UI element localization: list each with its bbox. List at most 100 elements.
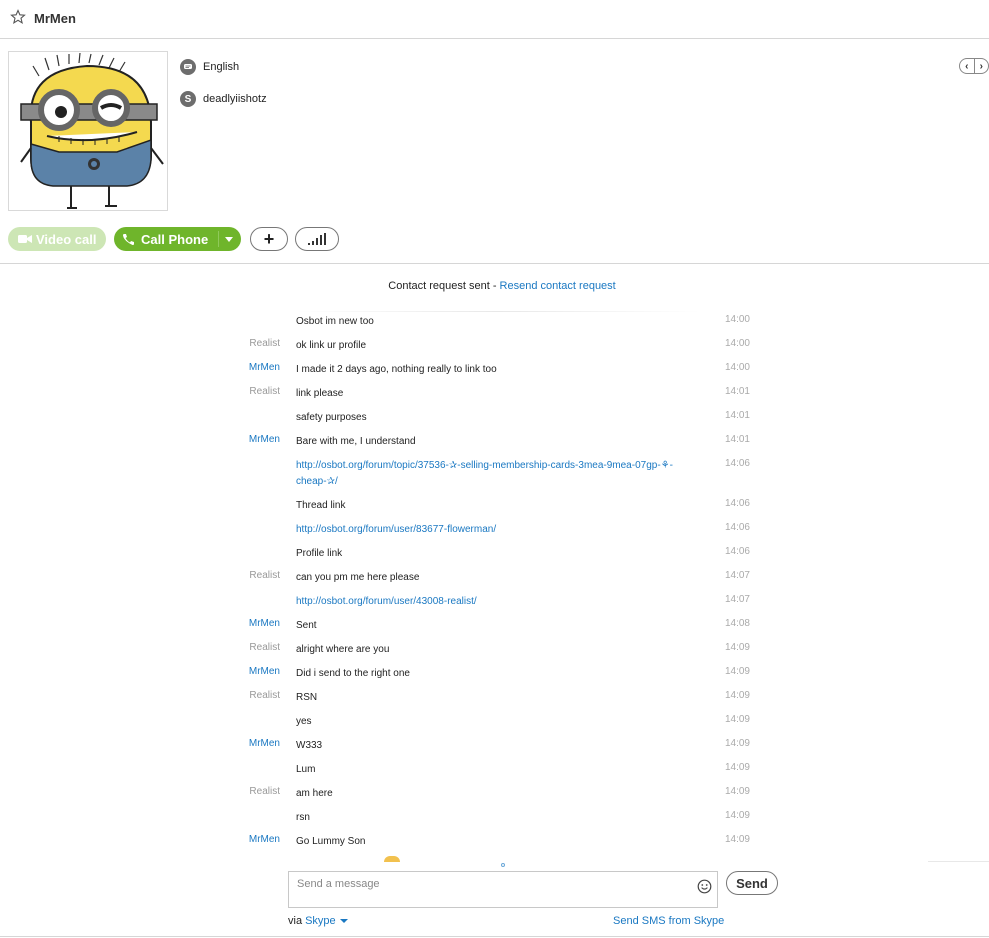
typing-indicator-icon [501,863,505,867]
message-link[interactable]: http://osbot.org/forum/user/43008-realis… [296,594,691,610]
message-time: 14:09 [724,714,750,725]
message-link[interactable]: http://osbot.org/forum/user/83677-flower… [296,522,691,538]
via-service-link[interactable]: Skype [305,915,336,927]
call-divider [218,231,219,247]
message-text: alright where are you [296,644,390,655]
chevron-down-icon[interactable] [339,919,348,923]
message-time: 14:01 [724,386,750,397]
message-time: 14:06 [724,498,750,509]
message-sender[interactable]: MrMen [200,362,280,373]
message-text: safety purposes [296,412,367,423]
message-sender: Realist [249,786,280,797]
chat-bubble-icon [180,59,196,75]
video-call-button[interactable]: Video call [8,227,106,251]
emoticon-peek-icon [384,856,400,862]
call-phone-button[interactable]: Call Phone [114,227,241,251]
message-input[interactable]: Send a message [288,871,718,908]
message-time: 14:00 [724,314,750,325]
message-sender[interactable]: MrMen [200,834,280,845]
message-time: 14:06 [724,546,750,557]
contact-avatar[interactable] [8,51,168,211]
message-text: Did i send to the right one [296,668,410,679]
message-text: RSN [296,692,318,703]
message-time: 14:09 [724,666,750,677]
message-time: 14:01 [724,410,750,421]
phone-icon [123,233,134,245]
plus-icon: + [263,228,275,249]
header-divider [0,263,989,264]
chevron-right-icon[interactable]: › [975,59,989,73]
message-time: 14:00 [724,362,750,373]
message-sender[interactable]: MrMen [200,618,280,629]
resize-grip[interactable]: ... [501,256,512,266]
message-sender: Realist [249,642,280,653]
message-time: 14:09 [724,786,750,797]
send-button[interactable]: Send [726,871,778,895]
message-time: 14:09 [724,642,750,653]
message-text: yes [296,716,312,727]
message-text: Sent [296,620,317,631]
signal-bars-icon [308,233,326,245]
message-link[interactable]: http://osbot.org/forum/topic/37536-✰-sel… [296,458,691,490]
message-sender: Realist [249,690,280,701]
message-sender[interactable]: MrMen [200,666,280,677]
message-sender: Realist [249,338,280,349]
profile-pager: ‹ › [959,58,989,74]
conversation-header: MrMen [0,0,989,39]
video-camera-icon [18,235,32,243]
message-text: I made it 2 days ago, nothing really to … [296,364,497,375]
message-time: 14:01 [724,434,750,445]
star-icon[interactable] [10,9,26,25]
message-text: Osbot im new too [296,316,374,327]
call-phone-label: Call Phone [141,231,209,247]
profile-skype-name: S deadlyiishotz [180,91,267,107]
message-time: 14:06 [724,458,750,469]
resend-request-link[interactable]: Resend contact request [500,280,616,292]
message-time: 14:09 [724,834,750,845]
smiley-icon[interactable] [697,879,712,894]
message-time: 14:09 [724,762,750,773]
contact-request-notice: Contact request sent - Resend contact re… [0,280,989,292]
message-sender: Realist [249,386,280,397]
message-text: Bare with me, I understand [296,436,416,447]
message-text: am here [296,788,333,799]
message-time: 14:09 [724,738,750,749]
message-time: 14:09 [724,810,750,821]
video-call-label: Video call [36,231,97,247]
message-text: W333 [296,740,323,751]
message-sender: Realist [249,570,280,581]
via-label: via [288,915,303,927]
message-text: Go Lummy Son [296,836,366,847]
send-label: Send [736,875,768,891]
message-time: 14:00 [724,338,750,349]
footer-divider [0,936,989,937]
language-value: English [203,61,240,73]
chevron-left-icon[interactable]: ‹ [960,59,975,73]
message-text: link please [296,388,344,399]
message-input-placeholder: Send a message [297,878,380,890]
profile-language: English [180,59,239,75]
message-text: Lum [296,764,316,775]
message-time: 14:09 [724,690,750,701]
send-sms-link[interactable]: Send SMS from Skype [613,915,724,927]
message-sender[interactable]: MrMen [200,738,280,749]
conversation-divider [296,311,700,312]
message-time: 14:06 [724,522,750,533]
message-text: Thread link [296,500,346,511]
message-sender[interactable]: MrMen [200,434,280,445]
message-text: can you pm me here please [296,572,420,583]
via-service-selector: via Skype [288,915,348,927]
message-text: rsn [296,812,310,823]
message-text: ok link ur profile [296,340,367,351]
message-time: 14:07 [724,570,750,581]
skype-icon: S [180,91,196,107]
contact-name: MrMen [34,11,76,26]
call-quality-button[interactable] [295,227,339,251]
message-time: 14:07 [724,594,750,605]
message-time: 14:08 [724,618,750,629]
message-text: Profile link [296,548,343,559]
request-sent-text: Contact request sent - [388,280,500,292]
compose-divider [928,861,989,862]
add-participant-button[interactable]: + [250,227,288,251]
chevron-down-icon[interactable] [225,237,233,242]
